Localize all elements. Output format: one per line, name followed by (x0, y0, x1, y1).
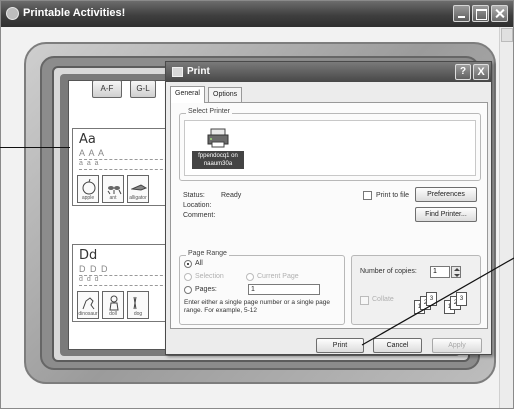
print-dialog: Print ? X General Options Select Printer (165, 61, 492, 355)
copies-spinner-icon[interactable] (451, 266, 461, 278)
print-button[interactable]: Print (316, 338, 364, 353)
pages-radio[interactable] (184, 286, 192, 294)
picture-box: dinosaur (77, 291, 99, 319)
preferences-button[interactable]: Preferences (415, 187, 477, 202)
all-radio[interactable] (184, 260, 192, 268)
worksheet-trace: A A A (79, 148, 106, 158)
ant-icon (107, 186, 122, 195)
collate-page: 3 (456, 292, 467, 306)
collate-page: 3 (426, 292, 437, 306)
trace-line (79, 285, 173, 286)
trace-line (79, 169, 173, 170)
current-page-label: Current Page (257, 273, 299, 280)
picture-box: dog (127, 291, 149, 319)
all-label: All (195, 260, 203, 267)
app-icon (6, 7, 19, 20)
printer-icon (207, 128, 229, 148)
page-range-group: Page Range All Selection Current Page Pa… (179, 250, 345, 325)
scroll-up-icon[interactable] (501, 28, 513, 42)
picture-box: alligator (127, 175, 149, 203)
copies-input[interactable]: 1 (430, 266, 450, 278)
cancel-button[interactable]: Cancel (373, 338, 422, 353)
picture-box: apple (77, 175, 99, 203)
picture-boxes: apple ant alligator (77, 175, 177, 203)
picture-box: ant (102, 175, 124, 203)
picture-boxes: dinosaur doll dog (77, 291, 177, 319)
tab-g-l[interactable]: G-L (130, 80, 156, 98)
printer-name-line1: fppendocq1 on (198, 153, 238, 159)
picture-caption: apple (81, 195, 95, 201)
tab-options[interactable]: Options (208, 87, 243, 103)
picture-caption: doll (109, 311, 117, 317)
copies-label: Number of copies: (360, 268, 417, 275)
general-tab-panel: Select Printer fppendocq1 on naaum30a St… (170, 102, 488, 329)
print-to-file-label: Print to file (376, 192, 410, 199)
print-to-file-checkbox[interactable] (363, 191, 372, 200)
tab-a-f[interactable]: A-F (92, 80, 122, 98)
page-range-hint: Enter either a single page number or a s… (184, 299, 330, 314)
selection-radio[interactable] (184, 273, 192, 281)
callout-line (0, 147, 70, 148)
picture-caption: dinosaur (78, 311, 98, 317)
location-label: Location: (183, 202, 212, 209)
collate-icon: 1 2 3 1 2 3 (410, 288, 476, 318)
picture-box: doll (102, 291, 124, 319)
apply-button[interactable]: Apply (432, 338, 482, 353)
alligator-icon (131, 184, 147, 191)
dinosaur-icon (82, 297, 95, 310)
help-icon[interactable]: ? (455, 64, 471, 80)
comment-label: Comment: (183, 212, 216, 219)
dog-icon (133, 296, 137, 310)
status-label: Status: (183, 192, 205, 199)
close-icon[interactable] (491, 5, 508, 22)
app-title-bar[interactable]: Printable Activities! (1, 1, 513, 27)
printer-name-line2: naaum30a (203, 161, 233, 167)
find-printer-button[interactable]: Find Printer... (415, 207, 477, 222)
printer-item[interactable]: fppendocq1 on naaum30a (190, 125, 248, 173)
picture-caption: dog (133, 311, 143, 317)
dialog-title: Print (187, 66, 210, 77)
tab-general[interactable]: General (170, 86, 205, 103)
pages-input[interactable]: 1 (248, 284, 320, 295)
picture-caption: alligator (129, 195, 147, 201)
select-printer-group: Select Printer fppendocq1 on naaum30a (179, 108, 481, 181)
doll-icon (109, 295, 119, 311)
collate-label: Collate (372, 296, 394, 303)
app-title: Printable Activities! (23, 7, 126, 19)
worksheet-trace-small: d d d (79, 276, 100, 283)
page-range-label: Page Range (186, 250, 229, 257)
status-value: Ready (221, 192, 242, 199)
close-icon[interactable]: X (473, 64, 489, 80)
worksheet-trace-small: a a a (79, 160, 100, 167)
minimize-icon[interactable] (453, 5, 470, 22)
maximize-icon[interactable] (472, 5, 489, 22)
current-page-radio[interactable] (246, 273, 254, 281)
printer-icon (172, 67, 183, 77)
screen: Printable Activities! A-F G-L Aa A A A a… (0, 0, 514, 409)
pages-label: Pages: (195, 286, 217, 293)
dialog-title-bar[interactable]: Print ? X (166, 62, 491, 82)
printer-list[interactable]: fppendocq1 on naaum30a (184, 120, 476, 176)
apple-icon (82, 179, 96, 195)
selection-label: Selection (195, 273, 224, 280)
copies-group: Number of copies: 1 Collate 1 2 3 1 2 3 (351, 255, 481, 325)
select-printer-label: Select Printer (186, 108, 233, 115)
worksheet-letters: Aa (79, 132, 96, 147)
picture-caption: ant (109, 195, 117, 201)
worksheet-letters: Dd (79, 248, 98, 263)
vertical-scrollbar[interactable] (499, 27, 513, 408)
worksheet-trace: D D D (79, 264, 109, 274)
printer-name: fppendocq1 on naaum30a (192, 151, 244, 169)
collate-checkbox[interactable] (360, 296, 369, 305)
